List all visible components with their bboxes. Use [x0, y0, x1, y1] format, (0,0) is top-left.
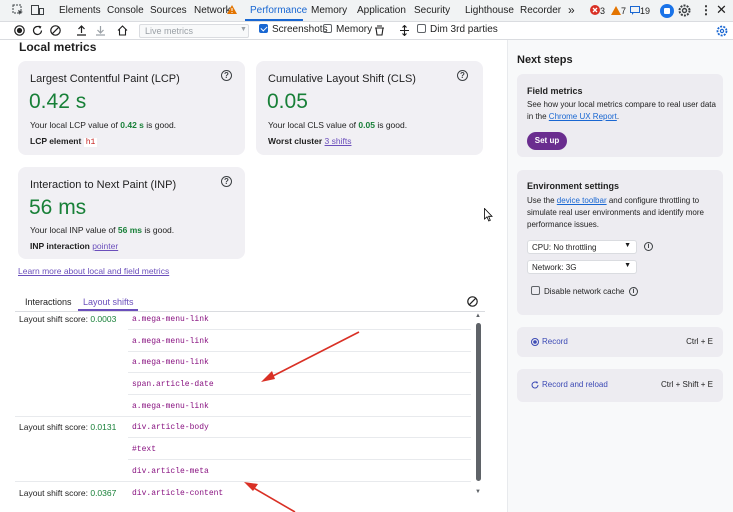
network-throttle-icon[interactable]	[399, 25, 410, 36]
more-tabs-button[interactable]: »	[568, 3, 575, 17]
download-icon[interactable]	[95, 25, 106, 36]
tab-memory[interactable]: Memory	[311, 5, 347, 16]
extension-icon[interactable]	[660, 4, 674, 18]
network-throttling-select[interactable]: Network: 3G ▼	[527, 260, 637, 274]
tab-elements[interactable]: Elements	[59, 5, 101, 16]
next-steps-title: Next steps	[517, 54, 573, 66]
disable-cache-checkbox[interactable]: Disable network cache	[531, 286, 624, 296]
mouse-cursor-icon	[484, 208, 493, 222]
annotation-arrows	[244, 331, 360, 512]
record-and-reload-label: Record and reload	[542, 380, 608, 389]
field-metrics-text: See how your local metrics compare to re…	[527, 100, 716, 121]
help-icon[interactable]: i	[629, 287, 638, 296]
error-count-badge[interactable]: 3	[590, 5, 605, 17]
screenshots-checkbox[interactable]: Screenshots	[259, 24, 328, 35]
record-and-reload-card[interactable]: Record and reload Ctrl + Shift + E	[517, 369, 723, 402]
checkbox-unchecked-icon	[323, 24, 332, 33]
reload-icon[interactable]	[32, 25, 43, 36]
tab-console[interactable]: Console	[107, 5, 144, 16]
devtools-tabbar: Elements Console Sources Network Perform…	[0, 0, 733, 22]
tab-lighthouse[interactable]: Lighthouse	[465, 5, 514, 16]
dim-3rd-parties-checkbox[interactable]: Dim 3rd parties	[417, 24, 498, 35]
device-toolbar-link[interactable]: device toolbar	[557, 196, 607, 205]
environment-settings-text: Use the device toolbar and configure thr…	[527, 196, 704, 229]
tab-performance[interactable]: Performance	[250, 5, 307, 16]
cpu-throttling-select[interactable]: CPU: No throttling ▼	[527, 240, 637, 254]
checkbox-unchecked-icon	[531, 286, 540, 295]
record-icon	[531, 338, 539, 346]
annotation-arrow-upper	[261, 331, 360, 382]
home-icon[interactable]	[117, 25, 128, 36]
tab-sources[interactable]: Sources	[150, 5, 187, 16]
record-button-icon[interactable]	[14, 25, 25, 36]
next-steps-sidebar: Next steps Field metrics See how your lo…	[507, 40, 733, 512]
reload-icon	[531, 381, 539, 389]
chevron-down-icon: ▼	[240, 26, 247, 33]
live-metrics-select[interactable]: Live metrics ▼	[139, 24, 249, 38]
field-metrics-title: Field metrics	[527, 86, 583, 96]
device-toolbar-icon[interactable]	[31, 4, 44, 16]
warning-triangle-icon	[611, 6, 621, 15]
capture-settings-gear-icon[interactable]	[716, 25, 728, 37]
active-tab-indicator	[245, 19, 303, 21]
help-icon[interactable]: i	[644, 242, 653, 251]
field-metrics-card: Field metrics See how your local metrics…	[517, 74, 723, 157]
tab-security[interactable]: Security	[414, 5, 450, 16]
clear-icon[interactable]	[50, 25, 61, 36]
warning-icon	[227, 5, 237, 14]
record-label: Record	[542, 337, 568, 346]
live-metrics-label: Live metrics	[145, 26, 194, 36]
tab-network[interactable]: Network	[194, 5, 231, 16]
warning-count-badge[interactable]: 7	[611, 5, 626, 17]
checkbox-unchecked-icon	[417, 24, 426, 33]
local-metrics-panel: Local metrics Largest Contentful Paint (…	[0, 40, 493, 512]
environment-settings-title: Environment settings	[527, 181, 620, 191]
chrome-ux-report-link[interactable]: Chrome UX Report	[549, 112, 617, 121]
memory-checkbox[interactable]: Memory	[323, 24, 372, 35]
checkbox-checked-icon	[259, 24, 268, 33]
record-shortcut: Ctrl + E	[686, 337, 713, 346]
set-up-button[interactable]: Set up	[527, 132, 567, 150]
environment-settings-card: Environment settings Use the device tool…	[517, 170, 723, 315]
tab-application[interactable]: Application	[357, 5, 406, 16]
chevron-down-icon: ▼	[624, 262, 631, 269]
chevron-down-icon: ▼	[624, 242, 631, 249]
error-icon	[590, 5, 600, 15]
message-icon	[630, 6, 640, 15]
close-devtools-icon[interactable]: ✕	[716, 2, 727, 18]
message-count-badge[interactable]: 19	[630, 5, 650, 17]
record-card[interactable]: Record Ctrl + E	[517, 327, 723, 357]
garbage-collect-icon[interactable]	[374, 25, 385, 36]
annotation-arrow-lower	[244, 482, 296, 512]
tab-recorder[interactable]: Recorder	[520, 5, 561, 16]
performance-toolbar: Live metrics ▼ Screenshots Memory Dim 3r…	[0, 22, 733, 40]
record-and-reload-shortcut: Ctrl + Shift + E	[660, 380, 713, 389]
settings-gear-icon[interactable]	[678, 4, 691, 17]
kebab-menu-icon[interactable]: ⋮	[700, 3, 712, 17]
inspect-element-icon[interactable]	[12, 4, 24, 16]
upload-icon[interactable]	[76, 25, 87, 36]
